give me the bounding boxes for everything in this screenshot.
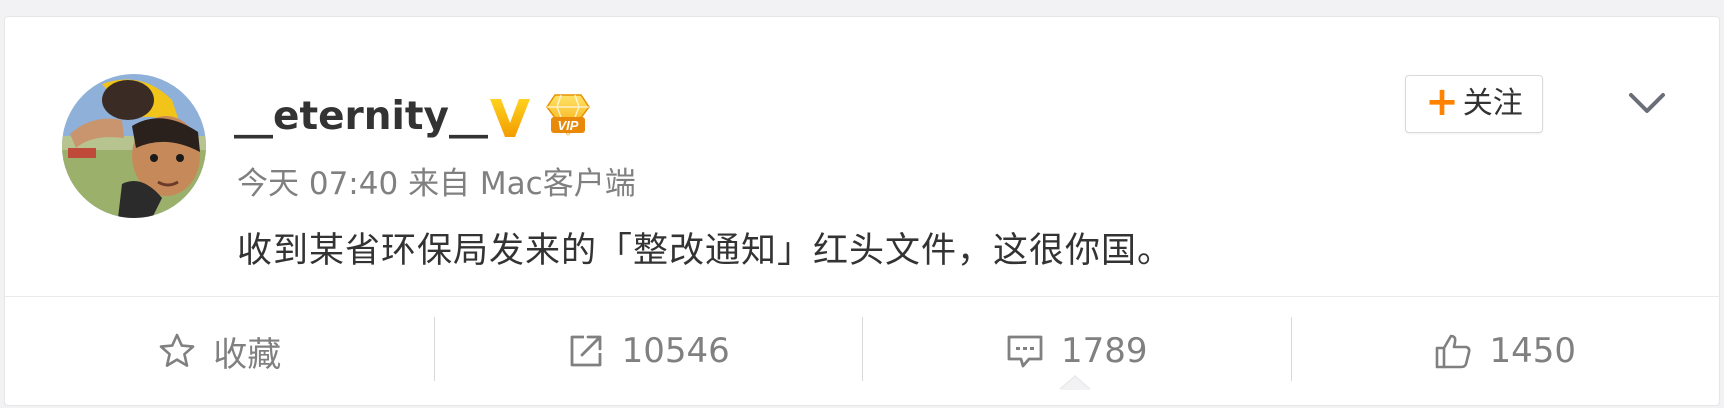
repost-count: 10546 [621, 331, 730, 371]
username-link[interactable]: __eternity__ [234, 92, 488, 142]
post-content: 收到某省环保局发来的「整改通知」红头文件，这很你国。 [237, 231, 1174, 271]
user-avatar[interactable] [62, 74, 206, 218]
vip-diamond-icon[interactable]: VIP [545, 91, 591, 139]
follow-label: 关注 [1462, 86, 1523, 121]
share-arrow-icon [566, 331, 606, 371]
comment-bubble-icon [1005, 331, 1045, 371]
repost-button[interactable]: 10546 [433, 297, 863, 405]
chevron-down-icon[interactable] [1627, 89, 1667, 117]
action-bar: 收藏 10546 1789 1450 [5, 297, 1719, 405]
like-button[interactable]: 1450 [1290, 297, 1720, 405]
post-meta: 今天 07:40 来自 Mac客户端 [237, 163, 636, 205]
verified-v-icon[interactable] [488, 93, 532, 141]
plus-icon: + [1425, 79, 1459, 125]
svg-text:VIP: VIP [558, 118, 579, 133]
like-count: 1450 [1489, 331, 1577, 371]
source-prefix: 来自 [408, 166, 471, 202]
post-time[interactable]: 今天 07:40 [237, 166, 398, 202]
favorite-label: 收藏 [213, 334, 282, 375]
thumbs-up-icon [1433, 331, 1473, 371]
comment-pointer-fill [1060, 377, 1090, 390]
favorite-button[interactable]: 收藏 [5, 297, 434, 405]
comment-count: 1789 [1060, 331, 1148, 371]
post-source[interactable]: Mac客户端 [480, 166, 636, 202]
follow-button[interactable]: + 关注 [1405, 75, 1543, 133]
weibo-post-card: __eternity__ VIP 今天 07:40 来自 Mac客户端 收到某省… [4, 16, 1720, 406]
star-outline-icon [157, 331, 197, 371]
